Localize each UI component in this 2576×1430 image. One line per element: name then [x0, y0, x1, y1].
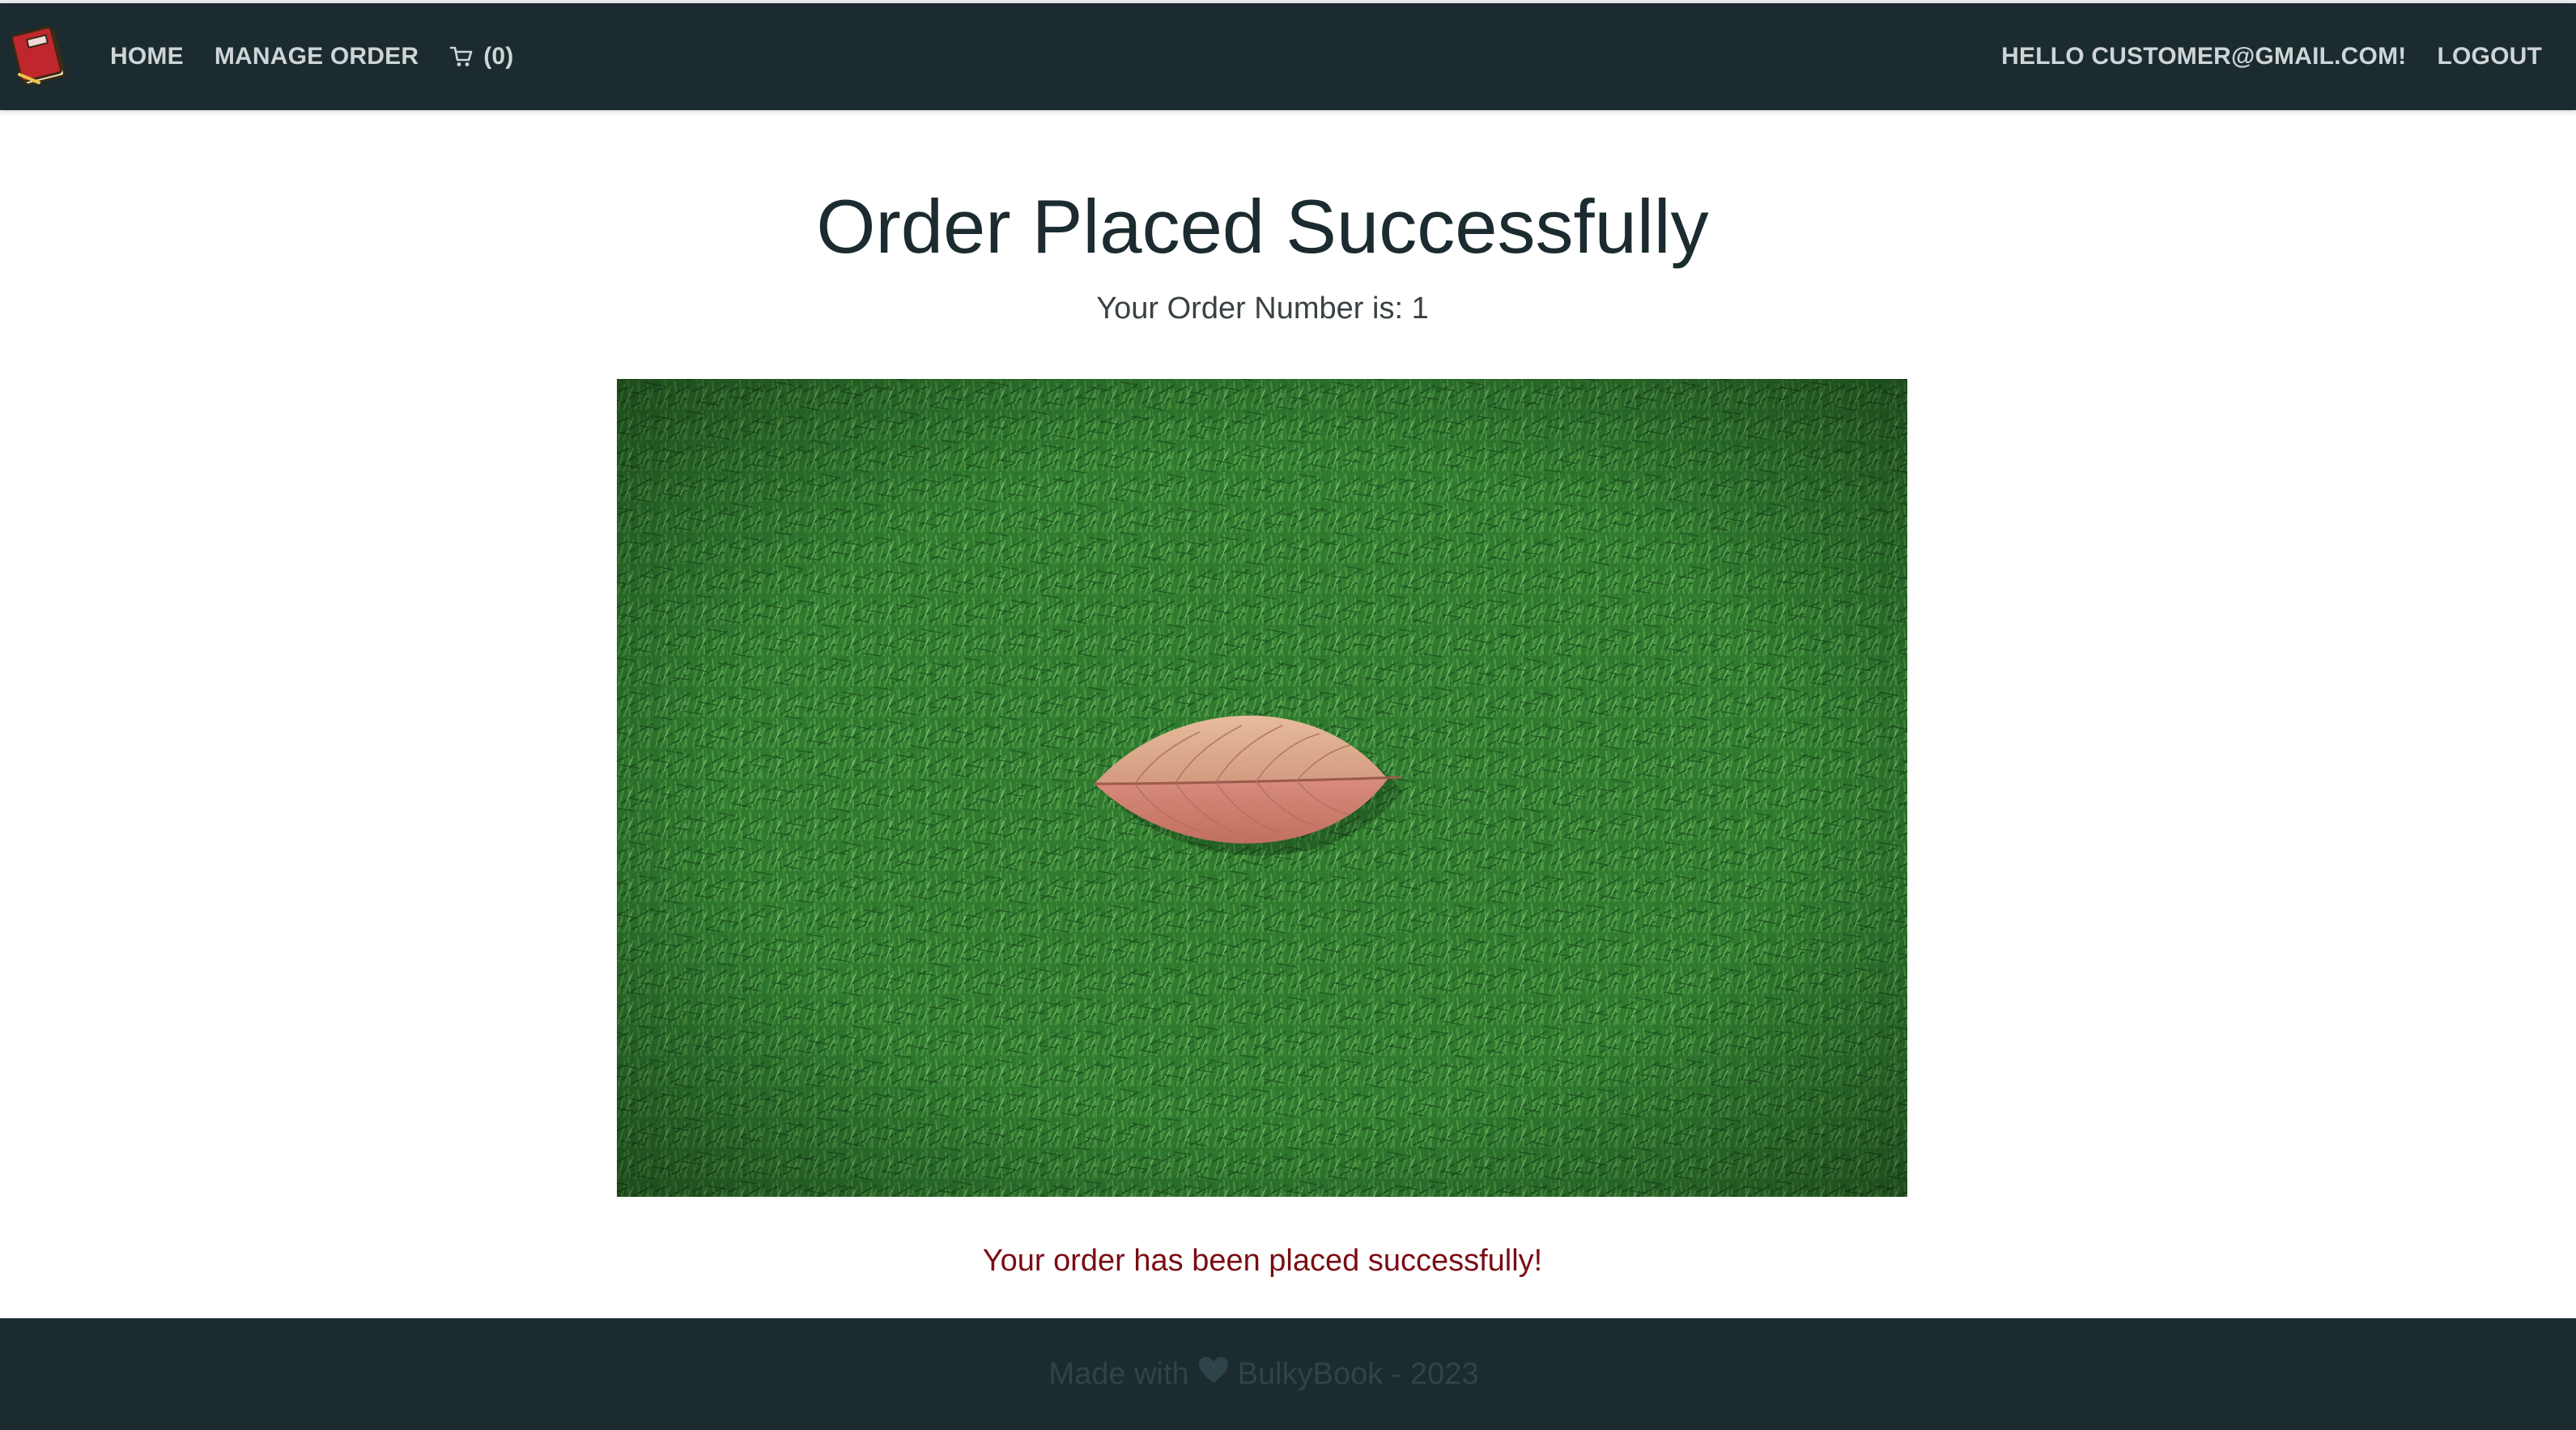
order-number-text: Your Order Number is: 1 [1096, 292, 1429, 326]
cart-count: (0) [483, 43, 514, 70]
footer: Made with BulkyBook - 2023 [0, 1318, 2576, 1430]
navbar: HOME MANAGE ORDER (0) HELLO CUSTOMER@GMA… [0, 3, 2576, 110]
footer-credit: Made with BulkyBook - 2023 [1048, 1356, 1478, 1393]
page-title: Order Placed Successfully [816, 184, 1709, 269]
leaf-on-grass-image [617, 379, 1907, 1197]
heart-icon [1197, 1356, 1230, 1393]
footer-made-with: Made with [1048, 1356, 1189, 1391]
user-greeting-link[interactable]: HELLO CUSTOMER@GMAIL.COM! [2001, 43, 2406, 70]
cart-icon [449, 45, 474, 68]
nav-cart-link[interactable]: (0) [449, 43, 513, 70]
logout-link[interactable]: LOGOUT [2437, 43, 2542, 70]
success-message: Your order has been placed successfully! [982, 1244, 1543, 1278]
book-logo-icon[interactable] [11, 26, 68, 87]
nav-manage-order-link[interactable]: MANAGE ORDER [215, 43, 419, 70]
nav-home-link[interactable]: HOME [110, 43, 184, 70]
footer-brand-year: BulkyBook - 2023 [1237, 1356, 1479, 1391]
main-content: Order Placed Successfully Your Order Num… [0, 110, 2576, 1318]
